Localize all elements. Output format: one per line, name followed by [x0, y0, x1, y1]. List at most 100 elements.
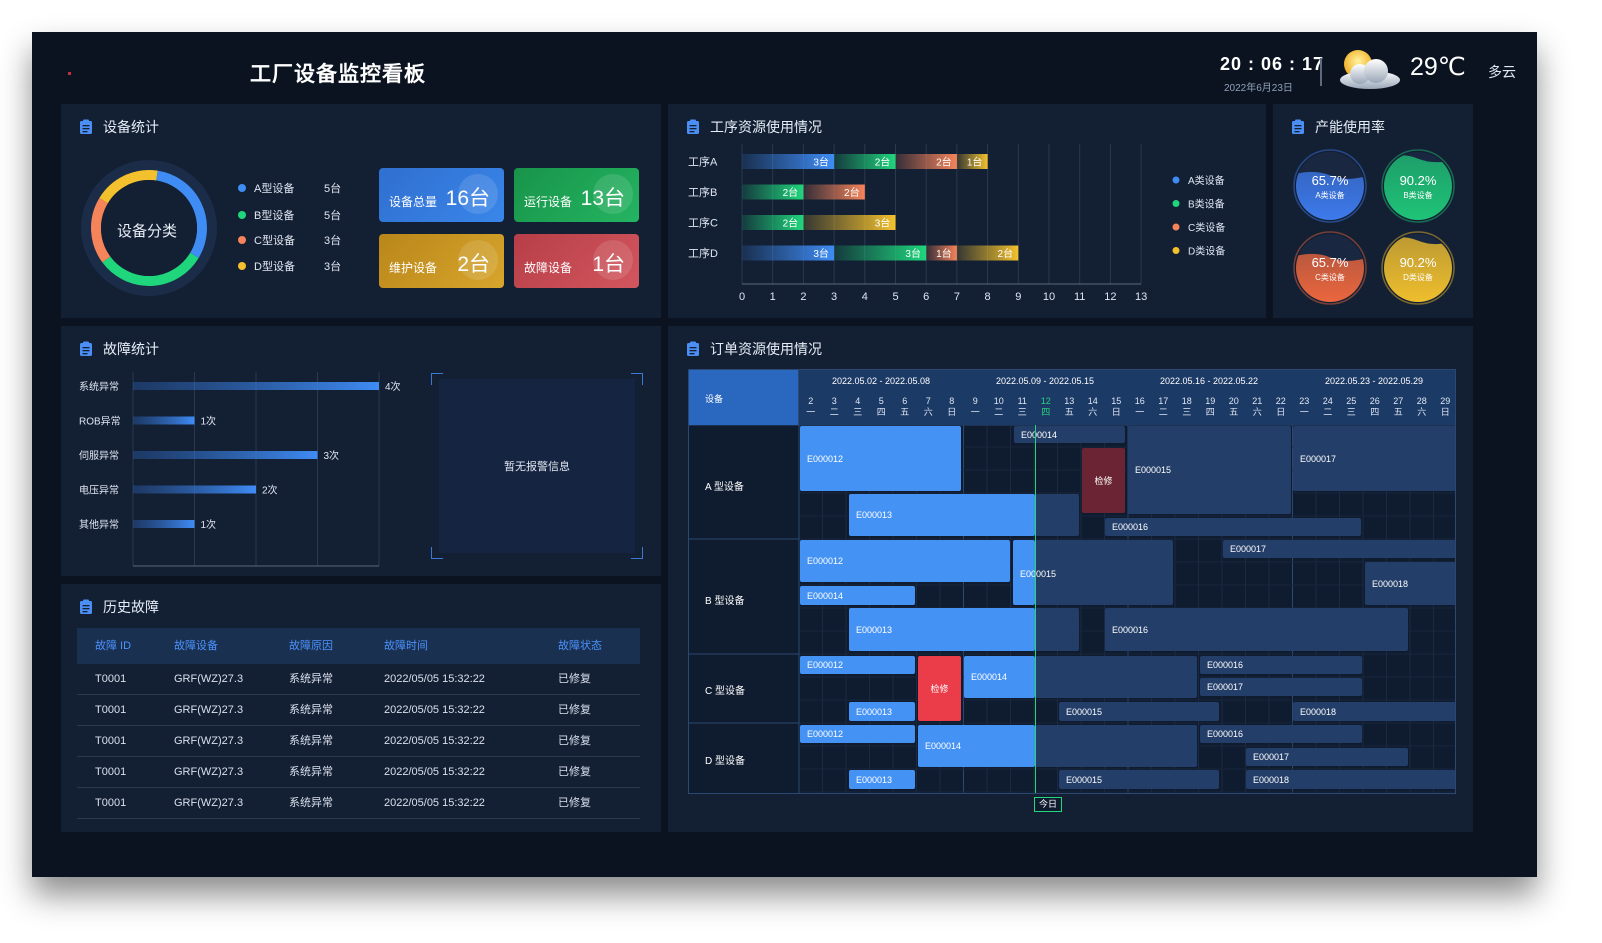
day-number: 11 — [1017, 396, 1027, 406]
table-row[interactable]: T0001 GRF(WZ)27.3 系统异常 2022/05/05 15:32:22 已… — [77, 788, 640, 819]
day-header: 9一 — [964, 396, 986, 418]
legend-name: C型设备 — [254, 235, 295, 247]
col-fault-id: 故障 ID — [95, 640, 132, 652]
process-stacked-bar-chart: 0 1 2 3 4 5 6 7 8 9 10 11 12 13工序A 3台 2台 2台 1台工序B 2台 2台工序C 2… — [688, 144, 1225, 303]
legend-dot — [238, 184, 246, 192]
day-number: 16 — [1134, 396, 1145, 406]
day-number: 13 — [1064, 396, 1075, 406]
legend-b: B型设备 5台 — [238, 207, 341, 223]
gauge-value: 90.2% — [1400, 173, 1437, 188]
gantt-task[interactable]: E000013 — [849, 494, 1035, 536]
gantt-task[interactable]: E000013 — [849, 702, 915, 721]
fault-bar — [133, 451, 318, 459]
day-weekday: 二 — [1158, 407, 1168, 417]
gantt-task[interactable]: E000016 — [1200, 656, 1362, 674]
category-label: 伺服异常 — [79, 449, 119, 462]
x-tick-label: 1 — [770, 291, 776, 303]
bar-value-label: 2台 — [844, 186, 860, 199]
today-marker[interactable]: 今日 — [1034, 797, 1062, 812]
gauge-label: A类设备 — [1315, 190, 1344, 200]
day-header: 25 三 — [1340, 396, 1362, 418]
gantt-task[interactable]: E000017 — [1246, 748, 1408, 766]
gantt-task[interactable]: E000013 — [849, 608, 1035, 651]
legend-label: B类设备 — [1188, 198, 1225, 211]
day-number: 7 — [925, 396, 931, 406]
gantt-task[interactable]: E000012 — [800, 426, 961, 491]
day-number: 9 — [972, 396, 978, 406]
gantt-task[interactable]: E000017 — [1200, 678, 1362, 696]
day-header: 23 一 — [1293, 396, 1315, 418]
gantt-task[interactable]: E000014 — [964, 656, 1035, 698]
gantt-task[interactable]: E000017 — [1293, 426, 1455, 491]
day-header: 7六 — [917, 396, 939, 418]
table-row[interactable]: T0001 GRF(WZ)27.3 系统异常 2022/05/05 15:32:22 已… — [77, 695, 640, 726]
fault-bar-chart: 01234系统异常4次ROB异常1次伺服异常3次电压异常2次其他异常1次 — [79, 372, 401, 567]
card-value: 2台 — [457, 253, 490, 276]
day-header: 3二 — [823, 396, 845, 418]
x-tick-label: 0 — [739, 291, 745, 303]
day-weekday: 四 — [1205, 407, 1215, 417]
fault-bar — [133, 416, 195, 425]
panel-title: 设备统计 — [103, 119, 159, 135]
day-number: 10 — [993, 396, 1004, 406]
gauge-label: B类设备 — [1403, 190, 1432, 200]
bar-value-label: 2台 — [936, 156, 952, 169]
card-running-devices[interactable]: 运行设备 13台 — [514, 168, 639, 222]
gantt-task[interactable]: E000014 — [800, 586, 915, 605]
day-number: 20 — [1228, 396, 1239, 406]
legend-dot — [238, 236, 246, 244]
day-number: 27 — [1393, 396, 1404, 406]
day-header: 10 二 — [988, 396, 1010, 418]
gantt-maintenance[interactable]: 检修 — [1082, 448, 1125, 513]
gantt-task[interactable]: E000018 — [1246, 770, 1455, 789]
day-number: 28 — [1416, 396, 1427, 406]
day-weekday: 日 — [1111, 407, 1121, 417]
history-panel: 历史故障 故障 ID 故障设备 故障原因 故障时间 故障状态 T0001 GRF(… — [61, 584, 661, 832]
gantt-task[interactable]: E000016 — [1105, 608, 1408, 651]
day-header: 5四 — [870, 396, 892, 418]
x-tick-label: 10 — [1043, 291, 1055, 303]
day-number: 23 — [1299, 396, 1310, 406]
x-tick-label: 12 — [1104, 291, 1116, 303]
cell-status: 已修复 — [558, 797, 591, 809]
day-weekday: 五 — [1393, 407, 1403, 417]
bar-value-label: 2台 — [875, 156, 891, 169]
gauge-label: C类设备 — [1315, 272, 1345, 282]
panel-title: 订单资源使用情况 — [710, 341, 822, 357]
card-maintenance-devices[interactable]: 维护设备 2台 — [379, 234, 504, 288]
gantt-task[interactable]: E000012 — [800, 540, 1010, 582]
card-fault-devices[interactable]: 故障设备 1台 — [514, 234, 639, 288]
gantt-fault[interactable]: 检修 — [918, 656, 961, 721]
gantt-task[interactable]: E000017 — [1223, 540, 1455, 558]
gantt-task[interactable]: E000012 — [800, 656, 915, 674]
card-total-devices[interactable]: 设备总量 16台 — [379, 168, 504, 222]
gantt-task[interactable]: E000012 — [800, 725, 915, 743]
gantt-task[interactable]: E000016 — [1200, 725, 1362, 743]
gantt-task[interactable]: E000016 — [1105, 518, 1361, 536]
gantt-task[interactable]: E000015 — [1059, 770, 1219, 789]
cell-reason: 系统异常 — [289, 735, 333, 747]
gantt-task[interactable]: E000014 — [918, 725, 1035, 767]
table-row[interactable]: T0001 GRF(WZ)27.3 系统异常 2022/05/05 15:32:22 已… — [77, 726, 640, 757]
gantt-task[interactable]: E000018 — [1293, 702, 1455, 721]
table-row[interactable]: T0001 GRF(WZ)27.3 系统异常 2022/05/05 15:32:22 已… — [77, 757, 640, 788]
col-fault-reason: 故障原因 — [289, 640, 333, 652]
table-row[interactable]: T0001 GRF(WZ)27.3 系统异常 2022/05/05 15:32:22 已… — [77, 664, 640, 695]
bar-value-label: 1台 — [936, 247, 952, 260]
gantt-task[interactable]: E000018 — [1365, 562, 1455, 605]
gantt-task[interactable]: E000015 — [1059, 702, 1219, 721]
cell-device: GRF(WZ)27.3 — [174, 797, 244, 809]
gantt-task[interactable]: E000015 — [1128, 426, 1291, 514]
day-number: 22 — [1275, 396, 1286, 406]
bar-value-label: 3台 — [813, 156, 829, 169]
gantt-task[interactable]: E000014 — [1014, 426, 1125, 443]
process-resource-panel: 工序资源使用情况 0 1 2 3 4 5 6 7 8 9 10 11 12 13 工序A 3台 2台 2台 1台 工序… — [668, 104, 1266, 318]
x-tick-label: 13 — [1135, 291, 1147, 303]
cell-reason: 系统异常 — [289, 704, 333, 716]
cell-id: T0001 — [95, 766, 127, 778]
device-stats-panel: 设备统计 设备分类 A型设备 5台 B型设备 5台 C型设备 3台 D型设备 3台 设备… — [61, 104, 661, 318]
day-weekday: 三 — [1346, 407, 1356, 417]
day-header: 8日 — [941, 396, 963, 418]
gantt-task[interactable]: E000013 — [849, 770, 915, 789]
day-header: 12 四 — [1035, 396, 1057, 418]
